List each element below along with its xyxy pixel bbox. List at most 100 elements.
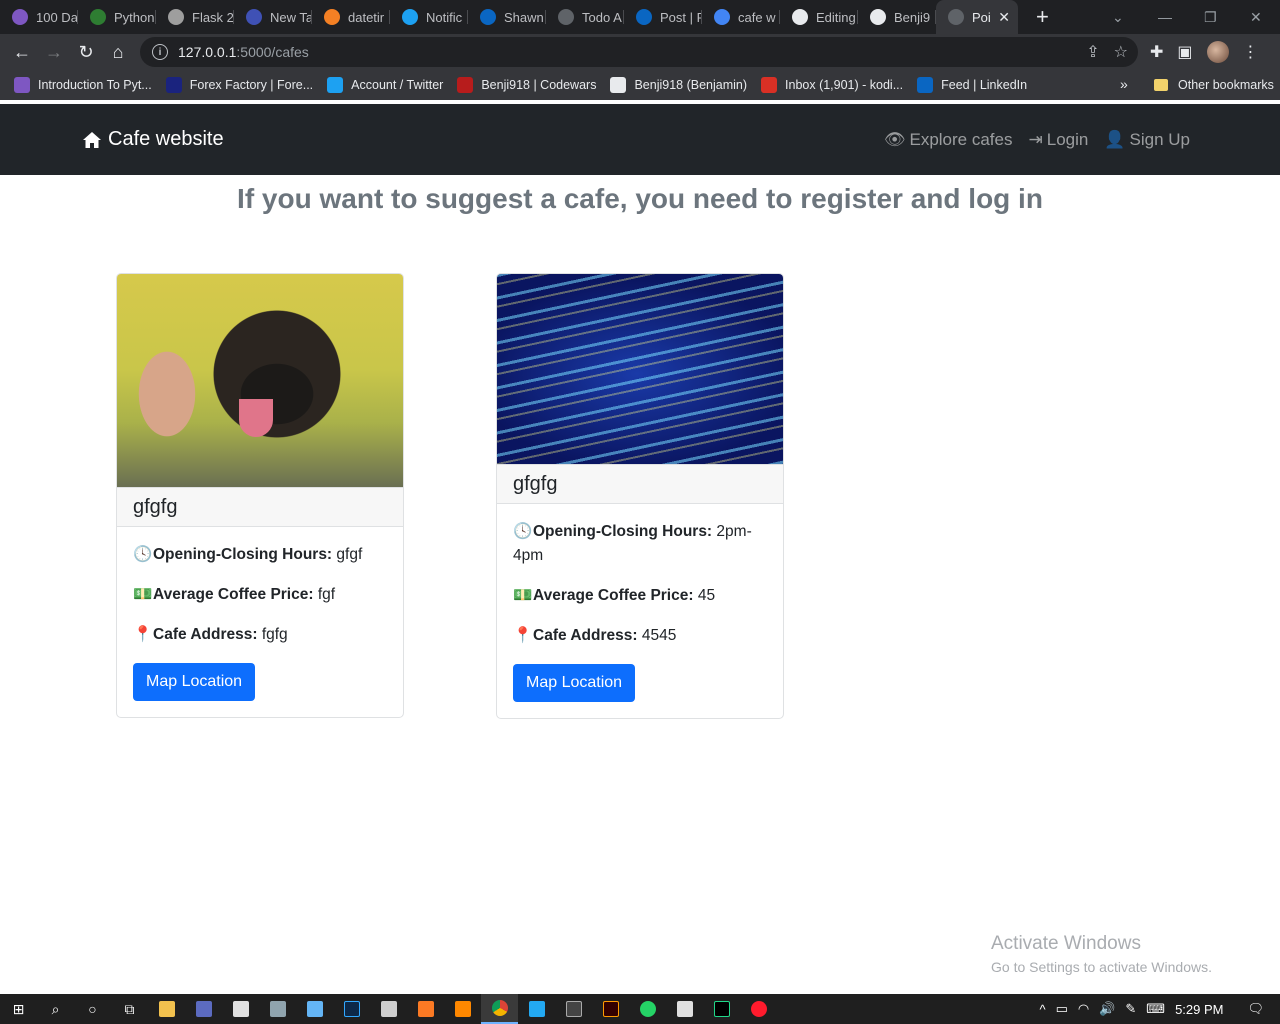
brand-link[interactable]: Cafe website — [82, 128, 224, 151]
nav-sign-up[interactable]: 👤 Sign Up — [1104, 130, 1190, 150]
pen-icon[interactable]: ✎ — [1125, 1001, 1136, 1017]
cafe-name: gfgfg — [117, 487, 403, 527]
mail-icon[interactable] — [222, 994, 259, 1024]
calculator-icon[interactable] — [370, 994, 407, 1024]
illustrator-icon[interactable] — [592, 994, 629, 1024]
site-info-icon[interactable]: i — [152, 44, 168, 60]
reload-icon[interactable]: ↻ — [70, 34, 102, 70]
browser-tab[interactable]: Shawn — [468, 0, 546, 34]
bookmark-item[interactable]: Inbox (1,901) - kodi... — [761, 77, 903, 93]
home-icon[interactable]: ⌂ — [102, 34, 134, 70]
watermark-subtitle: Go to Settings to activate Windows. — [991, 959, 1212, 975]
chevron-up-icon[interactable]: ^ — [1039, 1002, 1045, 1017]
browser-tab[interactable]: datetir — [312, 0, 390, 34]
browser-tab[interactable]: Benji9 — [858, 0, 936, 34]
bookmark-item[interactable]: Feed | LinkedIn — [917, 77, 1027, 93]
pycharm-icon[interactable] — [703, 994, 740, 1024]
vscode-icon[interactable] — [518, 994, 555, 1024]
tab-favicon-icon — [558, 9, 574, 25]
menu-icon[interactable]: ⋮ — [1243, 42, 1259, 62]
forward-icon[interactable]: → — [38, 34, 70, 70]
keyboard-icon[interactable]: ⌨ — [1146, 1001, 1165, 1017]
chrome-icon[interactable] — [481, 994, 518, 1024]
start-icon[interactable]: ⊞ — [0, 994, 37, 1024]
browser-tab[interactable]: Notific — [390, 0, 468, 34]
search-icon[interactable]: ⌕ — [37, 994, 74, 1024]
bookmarks-overflow-button[interactable]: » — [1120, 76, 1128, 92]
browser-tab[interactable]: Poi ✕ — [936, 0, 1018, 34]
task-view-icon[interactable]: ⧉ — [111, 994, 148, 1024]
browser-tab[interactable]: Editing — [780, 0, 858, 34]
share-icon[interactable]: ⇪ — [1086, 42, 1099, 62]
bookmark-item[interactable]: Benji918 | Codewars — [457, 77, 596, 93]
file-explorer-icon[interactable] — [148, 994, 185, 1024]
map-pin-icon: 📍 — [133, 626, 153, 643]
notification-icon[interactable]: 🗨 — [1247, 1001, 1264, 1017]
back-icon[interactable]: ← — [6, 34, 38, 70]
browser-tab[interactable]: Post | F — [624, 0, 702, 34]
bookmark-label: Account / Twitter — [351, 78, 444, 92]
terminal-icon[interactable] — [555, 994, 592, 1024]
other-bookmarks-folder[interactable]: Other bookmarks — [1154, 70, 1274, 100]
minimize-icon[interactable]: — — [1158, 0, 1172, 34]
profile-avatar[interactable] — [1206, 41, 1229, 63]
opera-icon[interactable] — [740, 994, 777, 1024]
store-icon[interactable] — [185, 994, 222, 1024]
photoshop-icon[interactable] — [333, 994, 370, 1024]
photos-icon[interactable] — [259, 994, 296, 1024]
tab-label: 100 Da — [36, 9, 78, 25]
bookmark-star-icon[interactable]: ☆ — [1114, 42, 1128, 62]
tab-search-icon[interactable]: ⌄ — [1112, 0, 1124, 34]
cafe-card: gfgfg 🕓Opening-Closing Hours: gfgf 💵Aver… — [116, 273, 404, 718]
map-location-button[interactable]: Map Location — [513, 664, 636, 702]
cortana-icon[interactable]: ○ — [74, 994, 111, 1024]
tab-favicon-icon — [324, 9, 340, 25]
bookmark-item[interactable]: Forex Factory | Fore... — [165, 77, 313, 93]
bookmark-label: Feed | LinkedIn — [941, 78, 1028, 92]
map-location-button[interactable]: Map Location — [133, 663, 256, 701]
extensions-icon[interactable]: ✚ — [1150, 42, 1163, 62]
eye-icon: 👁 — [883, 130, 906, 149]
address-bar[interactable]: i 127.0.0.1:5000/cafes ⇪ ☆ — [140, 37, 1138, 67]
browser-tab[interactable]: cafe w — [702, 0, 780, 34]
nav-login-label: Login — [1046, 130, 1089, 149]
browser-tab[interactable]: Flask 2 — [156, 0, 234, 34]
notes-icon[interactable] — [666, 994, 703, 1024]
tab-favicon-icon — [714, 9, 730, 25]
bookmark-favicon-icon — [327, 77, 344, 93]
close-window-icon[interactable]: ✕ — [1250, 0, 1262, 34]
volume-icon[interactable]: 🔊 — [1099, 1001, 1115, 1017]
bookmark-favicon-icon — [917, 77, 934, 93]
system-tray: ^ ▭ ◠ 🔊 ✎ ⌨ 5:29 PM 🗨 — [1039, 994, 1280, 1024]
close-tab-icon[interactable]: ✕ — [998, 9, 1010, 26]
browser-tab[interactable]: Python — [78, 0, 156, 34]
bookmark-label: Inbox (1,901) - kodi... — [785, 78, 904, 92]
bookmark-favicon-icon — [761, 77, 778, 93]
activation-watermark: Activate Windows Go to Settings to activ… — [991, 933, 1212, 975]
clock-icon: 🕓 — [513, 523, 533, 540]
tab-label: Todo A — [582, 9, 622, 25]
bookmark-item[interactable]: Introduction To Pyt... — [14, 77, 152, 93]
bookmark-item[interactable]: Account / Twitter — [327, 77, 443, 93]
tab-favicon-icon — [90, 9, 106, 25]
browser-tab[interactable]: Todo A — [546, 0, 624, 34]
restore-icon[interactable]: ❐ — [1204, 0, 1217, 34]
browser-toolbar: ← → ↻ ⌂ i 127.0.0.1:5000/cafes ⇪ ☆ ✚ ▣ ⋮ — [0, 34, 1280, 70]
new-tab-button[interactable]: + — [1036, 4, 1049, 30]
side-panel-icon[interactable]: ▣ — [1177, 42, 1192, 62]
user-icon: 👤 — [1104, 130, 1126, 149]
browser-tab[interactable]: 100 Da — [0, 0, 78, 34]
nav-explore-cafes[interactable]: 👁 Explore cafes — [884, 130, 1013, 150]
nav-login[interactable]: ⇥ Login — [1028, 130, 1088, 150]
whatsapp-icon[interactable] — [629, 994, 666, 1024]
tab-favicon-icon — [480, 9, 496, 25]
vlc-icon[interactable] — [444, 994, 481, 1024]
browser-tab[interactable]: New Ta — [234, 0, 312, 34]
clock-time[interactable]: 5:29 PM — [1175, 1002, 1223, 1017]
wifi-icon[interactable]: ◠ — [1078, 1001, 1089, 1017]
xampp-icon[interactable] — [407, 994, 444, 1024]
tab-label: Post | F — [660, 9, 702, 25]
control-panel-icon[interactable] — [296, 994, 333, 1024]
bookmark-item[interactable]: Benji918 (Benjamin) — [610, 77, 747, 93]
battery-icon[interactable]: ▭ — [1056, 1001, 1068, 1017]
